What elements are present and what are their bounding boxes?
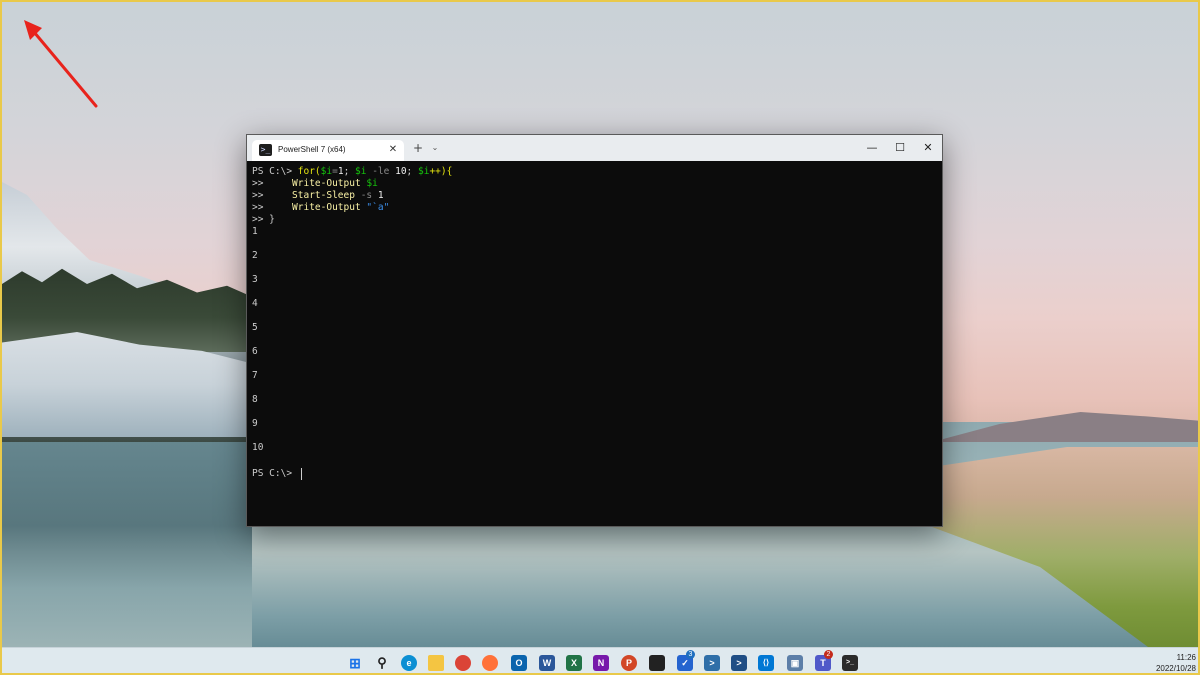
close-window-button[interactable]: ✕ — [913, 135, 943, 161]
clock-date: 2022/10/28 — [1155, 664, 1196, 673]
remote-desktop-icon[interactable]: ▣ — [787, 655, 803, 671]
command-line-4: >> Write-Output "`a" — [252, 202, 390, 213]
terminal-icon[interactable]: >_ — [842, 655, 858, 671]
wallpaper-reflection — [2, 442, 252, 652]
powerpoint-icon[interactable]: P — [621, 655, 637, 671]
output-line: 5 — [252, 322, 258, 333]
taskbar: ⊞ ⚲ e O W X N P ✓ 3 > > ⟨⟩ ▣ T 2 >_ 11:2… — [2, 647, 1198, 673]
maximize-button[interactable]: ☐ — [885, 135, 915, 161]
minimize-button[interactable]: — — [857, 135, 887, 161]
chrome-icon[interactable] — [455, 655, 471, 671]
output-line: 4 — [252, 298, 258, 309]
start-icon[interactable]: ⊞ — [347, 655, 363, 671]
command-line-2: >> Write-Output $i — [252, 178, 378, 189]
powershell-icon: >_ — [259, 144, 272, 156]
tab-title: PowerShell 7 (x64) — [278, 145, 346, 154]
output-line: 6 — [252, 346, 258, 357]
tab-powershell[interactable]: >_ PowerShell 7 (x64) ✕ — [252, 140, 404, 161]
outlook-icon[interactable]: O — [511, 655, 527, 671]
desktop: >_ PowerShell 7 (x64) ✕ + ⌄ — ☐ ✕ PS C:\… — [0, 0, 1200, 675]
terminal-output[interactable]: PS C:\> for($i=1; $i -le 10; $i++){ >> W… — [252, 166, 937, 521]
powershell-alt-icon[interactable]: > — [731, 655, 747, 671]
teams-badge: 2 — [824, 650, 833, 659]
system-clock[interactable]: 11:26 2022/10/28 — [1140, 652, 1196, 673]
todo-badge: 3 — [686, 650, 695, 659]
vscode-icon[interactable]: ⟨⟩ — [758, 655, 774, 671]
close-tab-icon[interactable]: ✕ — [386, 142, 400, 157]
firefox-icon[interactable] — [482, 655, 498, 671]
output-line: 9 — [252, 418, 258, 429]
sticky-notes-icon[interactable] — [649, 655, 665, 671]
terminal-window[interactable]: >_ PowerShell 7 (x64) ✕ + ⌄ — ☐ ✕ PS C:\… — [246, 134, 943, 527]
chevron-down-icon[interactable]: ⌄ — [429, 141, 441, 155]
edge-icon[interactable]: e — [401, 655, 417, 671]
excel-icon[interactable]: X — [566, 655, 582, 671]
output-line: 3 — [252, 274, 258, 285]
final-prompt: PS C:\> — [252, 468, 298, 479]
onenote-icon[interactable]: N — [593, 655, 609, 671]
folder-icon[interactable] — [428, 655, 444, 671]
search-icon[interactable]: ⚲ — [374, 655, 390, 671]
new-tab-button[interactable]: + — [411, 141, 425, 155]
output-line: 1 — [252, 226, 258, 237]
title-bar[interactable]: >_ PowerShell 7 (x64) ✕ + ⌄ — ☐ ✕ — [247, 135, 942, 161]
command-line-5: >> } — [252, 214, 275, 225]
output-line: 8 — [252, 394, 258, 405]
output-line: 7 — [252, 370, 258, 381]
powershell-icon[interactable]: > — [704, 655, 720, 671]
clock-time: 11:26 — [1176, 653, 1196, 662]
command-line-1: PS C:\> for($i=1; $i -le 10; $i++){ — [252, 166, 453, 177]
word-icon[interactable]: W — [539, 655, 555, 671]
output-line: 2 — [252, 250, 258, 261]
output-line: 10 — [252, 442, 264, 453]
command-line-3: >> Start-Sleep -s 1 — [252, 190, 384, 201]
red-arrow-annotation — [24, 20, 98, 108]
text-cursor — [301, 468, 302, 480]
